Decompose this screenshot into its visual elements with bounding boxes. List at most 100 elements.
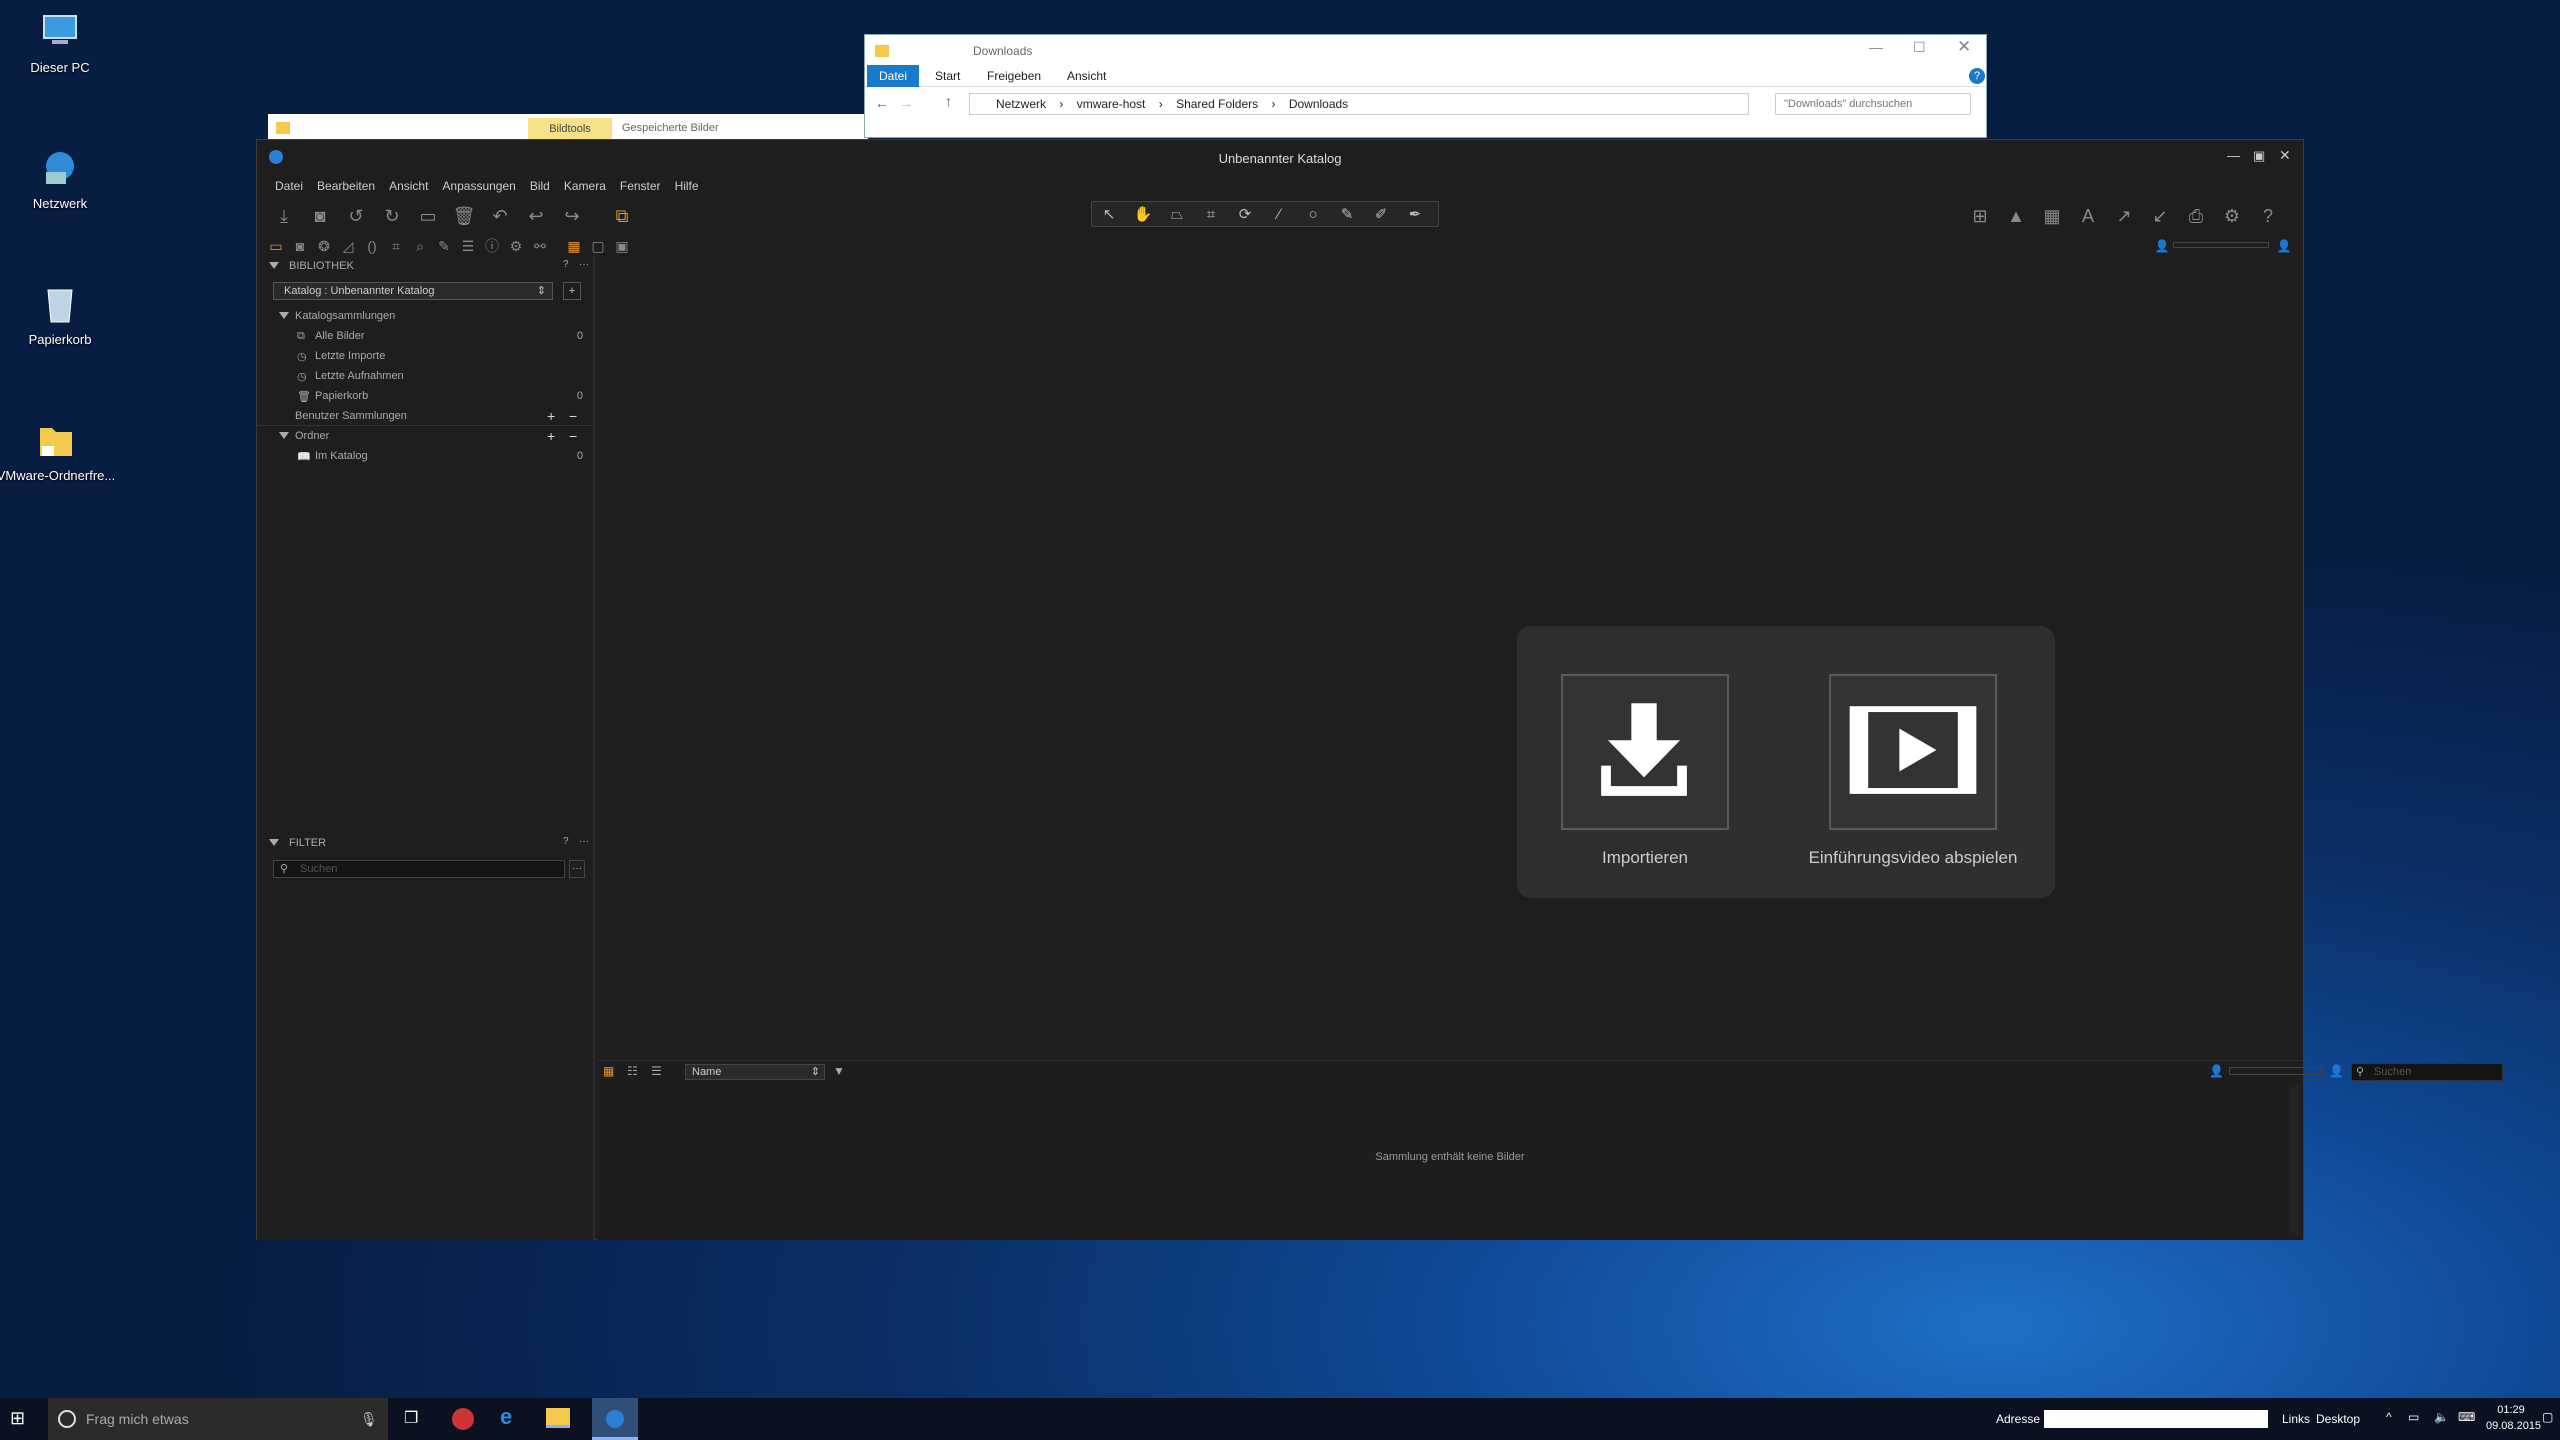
collection-item[interactable]: 🗑 Papierkorb 0 xyxy=(257,386,593,406)
copy-adjustments-icon[interactable]: ↙ xyxy=(2147,204,2173,228)
ribbon-tab-datei[interactable]: Datei xyxy=(867,65,919,87)
windows-start-icon[interactable]: ⊞ xyxy=(10,1408,25,1429)
details-tab-icon[interactable]: ⌕ xyxy=(409,236,431,256)
collection-item[interactable]: ◷ Letzte Aufnahmen xyxy=(257,366,593,386)
minimize-button[interactable]: — xyxy=(2227,148,2240,163)
sort-select[interactable]: Name ⇕ xyxy=(685,1064,825,1080)
picker-tool-icon[interactable]: ✒ xyxy=(1400,204,1430,226)
volume-icon[interactable]: 🔈 xyxy=(2434,1410,2449,1424)
help-icon[interactable]: ? xyxy=(2255,204,2281,228)
straighten-tool-icon[interactable]: ∕ xyxy=(1264,204,1294,226)
import-icon[interactable]: ⤓ xyxy=(271,204,297,228)
breadcrumb-shared-folders[interactable]: Shared Folders xyxy=(1176,97,1258,111)
add-icon[interactable]: + xyxy=(547,408,555,424)
desktop-icon-recycle-bin[interactable]: Papierkorb xyxy=(0,282,120,347)
up-arrow-icon[interactable]: ↑ xyxy=(945,93,952,109)
import-button[interactable] xyxy=(1561,674,1729,830)
microphone-icon[interactable]: 🎙 xyxy=(360,1398,378,1440)
app-window[interactable]: Unbenannter Katalog — ▣ ✕ Datei Bearbeit… xyxy=(256,139,2503,1240)
collapse-triangle-icon[interactable] xyxy=(269,262,279,269)
network-tray-icon[interactable]: ▭ xyxy=(2408,1410,2419,1424)
eraser-tool-icon[interactable]: ✐ xyxy=(1366,204,1396,226)
catalog-select[interactable]: Katalog : Unbenannter Katalog ⇕ xyxy=(273,282,553,300)
menu-anpassungen[interactable]: Anpassungen xyxy=(442,179,515,193)
metadata-tab-icon[interactable]: ⓘ xyxy=(481,236,503,256)
ribbon-tab-saved-images[interactable]: Gespeicherte Bilder xyxy=(622,122,719,134)
batch-tab-icon[interactable]: ⚯ xyxy=(529,236,551,256)
app-icon-1[interactable] xyxy=(452,1408,474,1430)
menu-datei[interactable]: Datei xyxy=(275,179,303,193)
rotate-tool-icon[interactable]: ⟳ xyxy=(1230,204,1260,226)
composition-tab-icon[interactable]: ⌗ xyxy=(385,236,407,256)
close-button[interactable]: ✕ xyxy=(1957,37,1971,57)
edge-icon[interactable]: e xyxy=(500,1404,512,1430)
browser-view-icon[interactable]: ▦ xyxy=(563,236,585,256)
fullscreen-view-icon[interactable]: ▣ xyxy=(611,236,633,256)
collapse-triangle-icon[interactable] xyxy=(279,432,289,439)
collection-item[interactable]: ◷ Letzte Importe xyxy=(257,346,593,366)
keyboard-icon[interactable]: ⌨ xyxy=(2458,1410,2475,1424)
text-icon[interactable]: A xyxy=(2075,204,2101,228)
help-icon[interactable]: ? xyxy=(563,836,569,847)
desktop-icon-network[interactable]: Netzwerk xyxy=(0,146,120,211)
variants-icon[interactable]: ⧉ xyxy=(609,204,635,228)
search-input[interactable]: "Downloads" durchsuchen xyxy=(1775,93,1971,115)
address-bar[interactable]: Netzwerk › vmware-host › Shared Folders … xyxy=(969,93,1749,115)
notification-icon[interactable]: ▢ xyxy=(2542,1410,2553,1424)
grid-view-icon[interactable]: ⊞ xyxy=(1967,204,1993,228)
undo-icon[interactable]: ↩ xyxy=(523,204,549,228)
help-icon[interactable]: ? xyxy=(1969,68,1985,84)
exposure-warning-icon[interactable]: ▲ xyxy=(2003,204,2029,228)
arrow-icon[interactable]: ↗ xyxy=(2111,204,2137,228)
scrollbar[interactable] xyxy=(2289,1085,2299,1235)
catalog-collections-row[interactable]: Katalogsammlungen xyxy=(257,306,593,326)
clock[interactable]: 01:29 09.08.2015 xyxy=(2486,1402,2541,1434)
back-arrow-icon[interactable]: ← xyxy=(875,95,889,111)
user-icon[interactable]: 👤 xyxy=(2273,236,2295,256)
breadcrumb-downloads[interactable]: Downloads xyxy=(1289,97,1348,111)
more-icon[interactable]: ··· xyxy=(569,860,585,878)
collapse-triangle-icon[interactable] xyxy=(269,839,279,846)
menu-ansicht[interactable]: Ansicht xyxy=(389,179,428,193)
desktop-toolbar[interactable]: Desktop xyxy=(2316,1412,2360,1426)
more-icon[interactable]: ··· xyxy=(579,259,589,270)
rotate-right-icon[interactable]: ↻ xyxy=(379,204,405,228)
menu-kamera[interactable]: Kamera xyxy=(564,179,606,193)
menu-bild[interactable]: Bild xyxy=(530,179,550,193)
user-icon[interactable]: 👤 xyxy=(2209,1064,2224,1078)
folder-item[interactable]: 📖 Im Katalog 0 xyxy=(257,446,593,466)
remove-icon[interactable]: − xyxy=(569,428,577,444)
crop-tool-icon[interactable]: ⌗ xyxy=(1196,204,1226,226)
ribbon-tab-start[interactable]: Start xyxy=(935,69,960,83)
library-tab-icon[interactable]: ▭ xyxy=(265,236,287,256)
explorer-window[interactable]: Downloads — ☐ ✕ Datei Start Freigeben An… xyxy=(864,34,1987,138)
menu-hilfe[interactable]: Hilfe xyxy=(675,179,699,193)
select-tool-icon[interactable]: ↖ xyxy=(1094,204,1124,226)
grid-overlay-icon[interactable]: ▦ xyxy=(2039,204,2065,228)
desktop-icon-pc[interactable]: Dieser PC xyxy=(0,10,120,75)
forward-arrow-icon[interactable]: → xyxy=(899,95,913,111)
remove-icon[interactable]: − xyxy=(569,408,577,424)
spot-tool-icon[interactable]: ○ xyxy=(1298,204,1328,226)
filter-header[interactable]: FILTER ? ··· xyxy=(257,833,593,853)
camera-icon[interactable]: ◙ xyxy=(307,204,333,228)
keystone-tool-icon[interactable]: ⏢ xyxy=(1162,204,1192,226)
links-toolbar[interactable]: Links xyxy=(2282,1412,2310,1426)
collection-item[interactable]: ⧉ Alle Bilder 0 xyxy=(257,326,593,346)
reset-icon[interactable]: ↶ xyxy=(487,204,513,228)
menu-fenster[interactable]: Fenster xyxy=(620,179,661,193)
zoom-slider[interactable] xyxy=(2173,242,2269,248)
grid-view-icon[interactable]: ▦ xyxy=(603,1064,614,1078)
address-input[interactable] xyxy=(2044,1410,2268,1428)
ribbon-tab-ansicht[interactable]: Ansicht xyxy=(1067,69,1106,83)
exposure-tab-icon[interactable]: ◿ xyxy=(337,236,359,256)
library-header[interactable]: BIBLIOTHEK ? ··· xyxy=(257,256,593,276)
minimize-button[interactable]: — xyxy=(1869,39,1883,55)
file-explorer-icon[interactable] xyxy=(546,1408,570,1428)
more-icon[interactable]: ··· xyxy=(579,836,589,847)
user-icon[interactable]: 👤 xyxy=(2151,236,2173,256)
collapse-triangle-icon[interactable] xyxy=(279,312,289,319)
rotate-left-icon[interactable]: ↺ xyxy=(343,204,369,228)
adjustments-tab-icon[interactable]: ☰ xyxy=(457,236,479,256)
desktop-icon-vmware-folder[interactable]: VMware-Ordnerfre... xyxy=(0,418,116,483)
